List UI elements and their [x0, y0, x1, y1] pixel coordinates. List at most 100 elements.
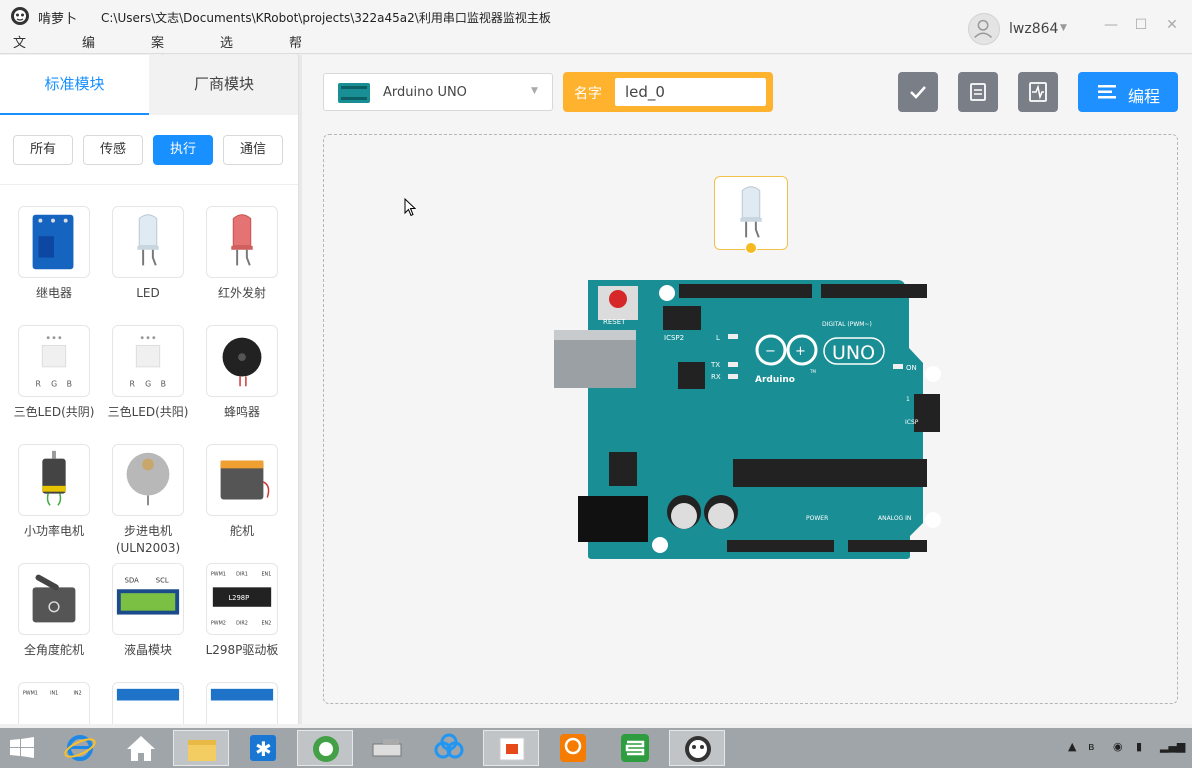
scanner-icon [372, 739, 402, 757]
svg-text:SDA: SDA [125, 576, 139, 584]
tab-vendor-modules[interactable]: 厂商模块 [149, 55, 298, 115]
filter-comm-button[interactable]: 通信 [223, 135, 283, 165]
board-select-value: Arduino UNO [383, 85, 467, 100]
relay-icon [32, 214, 74, 270]
workspace: Arduino UNO ▼ 名字 编程 [302, 55, 1192, 724]
taskbar: ✱ ▲ ʙ ◉ ▮ ▂▄▆ [0, 728, 1192, 768]
monitor-icon [1029, 82, 1047, 102]
svg-text:ON: ON [906, 364, 917, 372]
taskbar-pdf[interactable] [545, 730, 601, 766]
svg-text:R: R [36, 379, 42, 388]
svg-text:DIR2: DIR2 [236, 620, 248, 626]
network-app-icon[interactable]: ◉ [1113, 740, 1123, 753]
browser-icon [313, 736, 339, 762]
tray-overflow-icon[interactable]: ▲ [1068, 740, 1076, 753]
svg-text:−: − [765, 344, 776, 359]
save-icon [970, 83, 986, 101]
cloud-icon [434, 733, 464, 759]
svg-text:G: G [145, 379, 151, 388]
module-label: 三色LED(共阳) [107, 405, 189, 419]
svg-text:B: B [67, 379, 72, 388]
taskbar-browser-green[interactable] [297, 730, 353, 766]
board-module-icon [210, 688, 274, 701]
board-select[interactable]: Arduino UNO ▼ [323, 73, 553, 111]
user-icon [974, 19, 993, 38]
taskbar-explorer[interactable] [173, 730, 229, 766]
module-panel: 标准模块 厂商模块 所有 传感 执行 通信 继电器 LED 红外发射 R G B… [0, 55, 299, 724]
taskbar-home[interactable] [113, 730, 169, 766]
serial-monitor-button[interactable] [1018, 72, 1058, 112]
svg-text:PWM2: PWM2 [211, 620, 226, 626]
ir-led-icon [231, 214, 253, 266]
rgb-led-icon: R G B [36, 336, 72, 388]
maximize-button[interactable]: ☐ [1132, 16, 1150, 34]
svg-text:✱: ✱ [255, 737, 272, 761]
start-button[interactable] [0, 730, 44, 766]
app-logo-icon [685, 736, 711, 762]
tab-standard-modules[interactable]: 标准模块 [0, 55, 149, 115]
led-connector-dot[interactable] [745, 242, 757, 254]
svg-text:ICSP: ICSP [905, 419, 919, 426]
close-button[interactable]: ✕ [1163, 16, 1181, 34]
servo360-icon [32, 574, 76, 623]
svg-text:IN1: IN1 [50, 691, 58, 697]
bluetooth-icon[interactable]: ʙ [1088, 740, 1094, 753]
home-icon [127, 736, 155, 761]
svg-text:RESET: RESET [603, 318, 626, 326]
battery-icon[interactable]: ▮ [1136, 740, 1142, 753]
pdf-icon [560, 734, 586, 762]
l298p-icon: PWM1 DIR1 EN1 L298P PWM2 DIR2 EN2 [211, 572, 271, 627]
taskbar-ie[interactable] [52, 730, 108, 766]
svg-text:DIGITAL (PWM~): DIGITAL (PWM~) [822, 321, 872, 328]
module-label: 液晶模块 [123, 643, 172, 657]
presentation-icon [499, 737, 525, 761]
filter-all-button[interactable]: 所有 [13, 135, 73, 165]
led-white-icon [137, 214, 159, 266]
svg-text:L298P: L298P [228, 594, 249, 602]
svg-text:+: + [795, 344, 806, 359]
verify-button[interactable] [898, 72, 938, 112]
led-component[interactable] [714, 176, 788, 250]
driver-board-icon: PWM1 IN1 IN2 [23, 691, 82, 697]
app-name: 啃萝卜 [38, 12, 78, 27]
taskbar-scanner[interactable] [359, 730, 415, 766]
arduino-board-icon [338, 83, 370, 103]
module-label: LED [136, 286, 160, 300]
filter-sensor-button[interactable]: 传感 [83, 135, 143, 165]
servo-icon [220, 460, 270, 500]
module-label: L298P驱动板 [205, 643, 279, 657]
taskbar-krobot[interactable] [669, 730, 725, 766]
app-logo-icon [11, 7, 29, 25]
avatar [968, 13, 1000, 45]
taskbar-spreadsheet[interactable] [607, 730, 663, 766]
signal-icon[interactable]: ▂▄▆ [1160, 740, 1185, 753]
svg-text:PWM1: PWM1 [211, 572, 226, 578]
svg-text:TX: TX [710, 361, 720, 369]
star-app-icon: ✱ [250, 735, 276, 761]
folder-icon [188, 740, 216, 761]
arduino-uno-board[interactable]: RESET ICSP2 DIGITAL (PWM~) L TX RX − + U… [554, 278, 949, 560]
taskbar-presentation[interactable] [483, 730, 539, 766]
program-button[interactable]: 编程 [1078, 72, 1178, 112]
save-button[interactable] [958, 72, 998, 112]
svg-text:EN2: EN2 [261, 620, 271, 626]
filter-actuator-button[interactable]: 执行 [153, 135, 213, 165]
menu-lines-icon [1098, 85, 1116, 99]
design-canvas[interactable]: RESET ICSP2 DIGITAL (PWM~) L TX RX − + U… [323, 134, 1178, 704]
spreadsheet-icon [621, 734, 649, 762]
module-label: 继电器 [35, 286, 72, 300]
chevron-down-icon: ▼ [531, 86, 538, 96]
windows-icon [10, 737, 34, 758]
buzzer-icon [222, 337, 262, 387]
module-label: 蜂鸣器 [223, 405, 260, 419]
taskbar-app-blue[interactable]: ✱ [235, 730, 291, 766]
svg-text:ICSP2: ICSP2 [664, 334, 684, 342]
svg-text:L: L [716, 334, 720, 342]
name-input[interactable] [615, 78, 766, 106]
minimize-button[interactable]: — [1102, 16, 1120, 34]
svg-text:ANALOG IN: ANALOG IN [878, 515, 911, 522]
name-field-group: 名字 [563, 72, 773, 112]
taskbar-baidu-cloud[interactable] [421, 730, 477, 766]
module-label: 全角度舵机 [23, 643, 84, 657]
svg-text:SCL: SCL [156, 576, 169, 584]
